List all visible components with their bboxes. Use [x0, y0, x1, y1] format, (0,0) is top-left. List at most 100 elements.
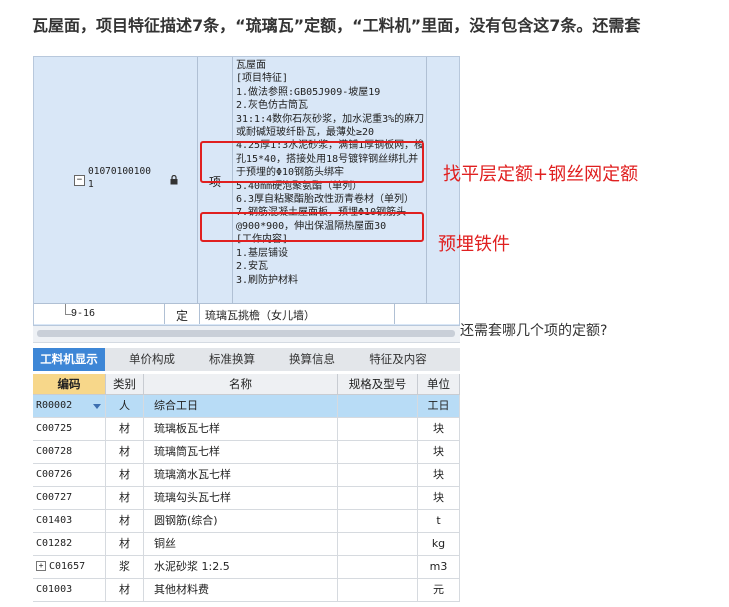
- cell-divider: [199, 304, 200, 324]
- table-row[interactable]: C01282 材 铜丝 kg: [33, 533, 460, 556]
- row-spec: [338, 487, 418, 509]
- row-unit: kg: [418, 533, 460, 555]
- row-category: 材: [106, 487, 144, 509]
- row-name: 琉璃滴水瓦七样: [144, 464, 338, 486]
- row-name: 圆钢筋(综合): [144, 510, 338, 532]
- row-name: 琉璃勾头瓦七样: [144, 487, 338, 509]
- chevron-down-icon[interactable]: [93, 404, 101, 409]
- desc-line: 3.刷防护材料: [236, 274, 299, 286]
- table-row[interactable]: C01003 材 其他材料费 元: [33, 579, 460, 602]
- item-panel: − 01070100100 1 项 瓦屋面 [项目特征] 1.做法参照:GB05…: [33, 56, 460, 326]
- row-unit: 工日: [418, 395, 460, 417]
- row-category: 人: [106, 395, 144, 417]
- desc-line: 31:1:4数你石灰砂浆，加水泥重3%的麻刀: [236, 113, 425, 125]
- item-code-line1: 01070100100: [88, 166, 151, 177]
- quota-name: 琉璃瓦挑檐（女儿墙）: [205, 309, 315, 322]
- row-name: 琉璃板瓦七样: [144, 418, 338, 440]
- collapse-icon[interactable]: −: [74, 175, 85, 186]
- desc-line: 2.安瓦: [236, 261, 269, 273]
- annotation-embedded-iron: 预埋铁件: [438, 234, 510, 255]
- cell-divider: [164, 304, 165, 324]
- row-code: + C01657: [33, 556, 106, 578]
- row-spec: [338, 418, 418, 440]
- header-unit[interactable]: 单位: [418, 374, 460, 394]
- header-category[interactable]: 类别: [106, 374, 144, 394]
- desc-line: 2.灰色仿古筒瓦: [236, 100, 309, 112]
- table-row[interactable]: C00726 材 琉璃滴水瓦七样 块: [33, 464, 460, 487]
- item-code-line2: 1: [88, 179, 94, 190]
- row-unit: 块: [418, 464, 460, 486]
- highlight-box-7: [200, 212, 424, 242]
- question-text: 瓦屋面，项目特征描述7条，“琉璃瓦”定额，“工料机”里面，没有包含这7条。还需套: [32, 16, 641, 35]
- row-category: 材: [106, 579, 144, 601]
- table-row[interactable]: C01403 材 圆钢筋(综合) t: [33, 510, 460, 533]
- row-code-text: R00002: [36, 400, 73, 411]
- row-spec: [338, 510, 418, 532]
- row-code: C01282: [33, 533, 106, 555]
- table-row[interactable]: + C01657 浆 水泥砂浆 1:2.5 m3: [33, 556, 460, 579]
- detail-tabs: 工料机显示 单价构成 标准换算 换算信息 特征及内容: [33, 348, 460, 371]
- desc-line: [项目特征]: [236, 73, 289, 85]
- header-spec[interactable]: 规格及型号: [338, 374, 418, 394]
- table-row[interactable]: R00002 人 综合工日 工日: [33, 395, 460, 418]
- row-code: C00725: [33, 418, 106, 440]
- header-code[interactable]: 编码: [33, 374, 106, 394]
- item-code-cell: − 01070100100 1: [60, 57, 198, 303]
- desc-line: 1.做法参照:GB05J909-坡屋19: [236, 86, 381, 98]
- header-name[interactable]: 名称: [144, 374, 338, 394]
- expand-icon[interactable]: +: [36, 561, 46, 571]
- horizontal-scrollbar[interactable]: [33, 326, 460, 343]
- row-spec: [338, 441, 418, 463]
- highlight-box-4: [200, 141, 424, 183]
- annotation-leveling-mesh: 找平层定额+钢丝网定额: [443, 164, 639, 185]
- grid-header: 编码 类别 名称 规格及型号 单位: [33, 374, 460, 395]
- desc-line: 或耐碱短玻纤卧瓦，最薄处≥20: [236, 127, 375, 139]
- row-category: 浆: [106, 556, 144, 578]
- row-spec: [338, 579, 418, 601]
- row-unit: 块: [418, 418, 460, 440]
- row-code: C01403: [33, 510, 106, 532]
- item-code: 01070100100 1: [88, 165, 162, 191]
- row-unit: t: [418, 510, 460, 532]
- tab-conversion-info[interactable]: 换算信息: [273, 348, 351, 371]
- row-spec: [338, 464, 418, 486]
- row-category: 材: [106, 510, 144, 532]
- row-name: 其他材料费: [144, 579, 338, 601]
- row-category: 材: [106, 418, 144, 440]
- tree-connector: [65, 304, 66, 314]
- row-unit: m3: [418, 556, 460, 578]
- row-name: 琉璃筒瓦七样: [144, 441, 338, 463]
- question-continuation: 还需套哪几个项的定额?: [460, 323, 608, 339]
- row-code[interactable]: R00002: [33, 395, 106, 417]
- row-name: 综合工日: [144, 395, 338, 417]
- row-category: 材: [106, 533, 144, 555]
- row-code: C00727: [33, 487, 106, 509]
- tab-standard-conversion[interactable]: 标准换算: [193, 348, 271, 371]
- desc-line: 6.3厚自粘聚酯胎改性沥青卷材（单列）: [236, 194, 415, 206]
- row-unit: 块: [418, 487, 460, 509]
- quota-type: 定: [176, 309, 189, 323]
- resource-grid: 编码 类别 名称 规格及型号 单位 R00002 人 综合工日 工日 C0072…: [33, 374, 460, 607]
- table-row[interactable]: C00725 材 琉璃板瓦七样 块: [33, 418, 460, 441]
- row-name: 铜丝: [144, 533, 338, 555]
- row-spec: [338, 556, 418, 578]
- lock-icon: [170, 175, 178, 185]
- row-category: 材: [106, 441, 144, 463]
- row-code: C01003: [33, 579, 106, 601]
- row-spec: [338, 395, 418, 417]
- row-spec: [338, 533, 418, 555]
- desc-line: 瓦屋面: [236, 60, 266, 71]
- table-row[interactable]: C00728 材 琉璃筒瓦七样 块: [33, 441, 460, 464]
- tab-unit-price[interactable]: 单价构成: [113, 348, 191, 371]
- quota-row[interactable]: 9-16 定 琉璃瓦挑檐（女儿墙）: [34, 303, 459, 324]
- tab-labor-material-machine[interactable]: 工料机显示: [33, 348, 105, 371]
- table-row[interactable]: C00727 材 琉璃勾头瓦七样 块: [33, 487, 460, 510]
- quota-code: 9-16: [71, 308, 96, 319]
- row-code-text: C01657: [49, 561, 86, 572]
- cell-divider: [394, 304, 395, 324]
- tab-features-content[interactable]: 特征及内容: [353, 348, 443, 371]
- row-code: C00726: [33, 464, 106, 486]
- row-unit: 块: [418, 441, 460, 463]
- scrollbar-thumb[interactable]: [37, 330, 455, 337]
- row-code: C00728: [33, 441, 106, 463]
